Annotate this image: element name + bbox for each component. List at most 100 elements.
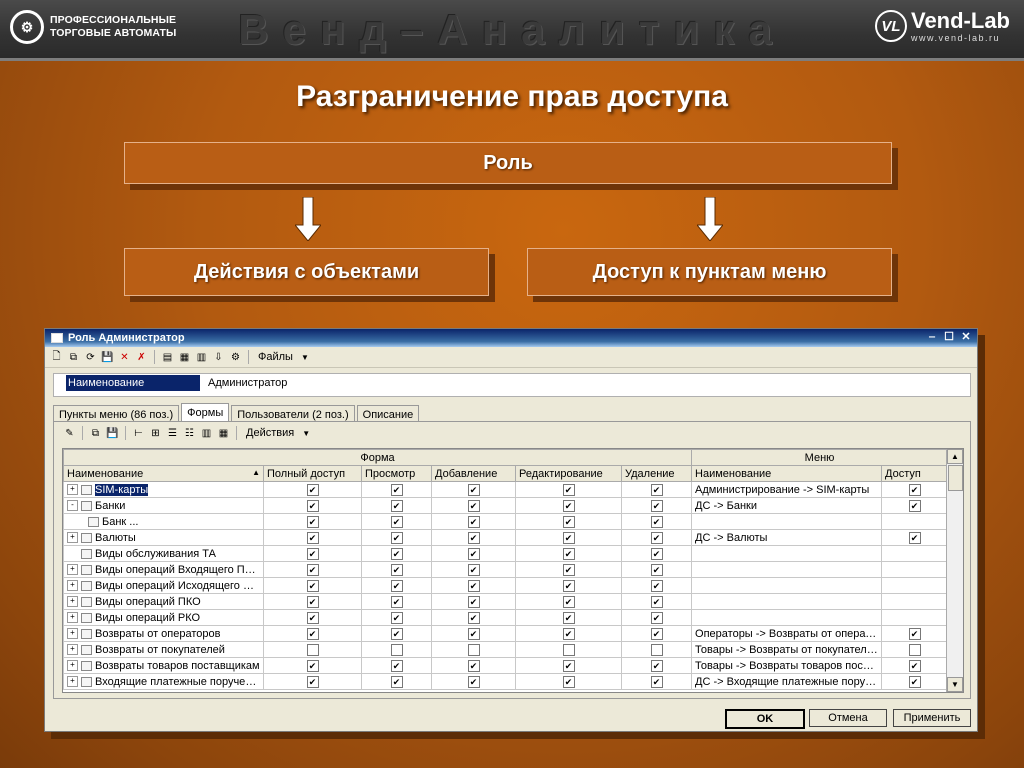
view-checkbox[interactable]: ✔ <box>390 627 403 640</box>
edit-checkbox[interactable]: ✔ <box>562 595 575 608</box>
view-checkbox[interactable]: ✔ <box>390 595 403 608</box>
edit-checkbox[interactable]: ✔ <box>562 675 575 688</box>
full-access-checkbox[interactable]: ✔ <box>306 547 319 560</box>
view-checkbox[interactable]: ✔ <box>390 659 403 672</box>
full-access-checkbox[interactable]: ✔ <box>306 499 319 512</box>
scroll-down-icon[interactable]: ▼ <box>947 677 963 692</box>
menu-name-cell[interactable]: Администрирование -> SIM-карты <box>691 481 883 498</box>
expand-icon[interactable]: + <box>67 676 78 688</box>
copy-icon[interactable]: ⧉ <box>66 350 81 365</box>
full-access-checkbox[interactable]: ✔ <box>306 531 319 544</box>
delete-checkbox[interactable]: ✔ <box>650 611 663 624</box>
full-access-checkbox[interactable]: ✔ <box>306 483 319 496</box>
edit-icon[interactable]: ✎ <box>62 426 77 441</box>
view-checkbox[interactable]: ✔ <box>390 515 403 528</box>
delete-checkbox[interactable]: ✔ <box>650 595 663 608</box>
col-edit[interactable]: Редактирование <box>515 465 622 482</box>
scroll-up-icon[interactable]: ▲ <box>947 449 963 464</box>
delete-checkbox[interactable]: ✔ <box>650 659 663 672</box>
save-icon[interactable]: 💾 <box>100 350 115 365</box>
edit-checkbox[interactable]: ✔ <box>562 547 575 560</box>
maximize-icon[interactable]: ☐ <box>942 331 956 344</box>
table-row[interactable]: + Виды операций РКО ✔ ✔ ✔ ✔ ✔ <box>63 609 949 626</box>
close-icon[interactable]: ✕ <box>959 331 973 344</box>
access-checkbox[interactable]: ✔ <box>908 499 921 512</box>
table-row[interactable]: + Виды операций ПКО ✔ ✔ ✔ ✔ ✔ <box>63 593 949 610</box>
table-row[interactable]: + Возвраты от покупателей Товары -> Возвра… <box>63 641 949 658</box>
view-checkbox[interactable]: ✔ <box>390 531 403 544</box>
form-name-cell[interactable]: Банк ... <box>63 513 264 530</box>
report-icon[interactable]: ▥ <box>194 350 209 365</box>
edit-checkbox[interactable]: ✔ <box>562 659 575 672</box>
add-checkbox[interactable]: ✔ <box>467 531 480 544</box>
access-checkbox[interactable] <box>908 643 921 656</box>
menu-name-cell[interactable] <box>691 545 883 562</box>
full-access-checkbox[interactable] <box>306 643 319 656</box>
collapse-icon[interactable]: - <box>67 500 78 512</box>
level-icon[interactable]: ☰ <box>165 426 180 441</box>
expand-icon[interactable]: + <box>67 532 78 544</box>
col-access[interactable]: Доступ <box>881 465 949 482</box>
full-access-checkbox[interactable]: ✔ <box>306 595 319 608</box>
delete-checkbox[interactable]: ✔ <box>650 547 663 560</box>
view-checkbox[interactable]: ✔ <box>390 579 403 592</box>
add-checkbox[interactable]: ✔ <box>467 579 480 592</box>
add-checkbox[interactable]: ✔ <box>467 611 480 624</box>
full-access-checkbox[interactable]: ✔ <box>306 659 319 672</box>
delete-checkbox[interactable]: ✔ <box>650 483 663 496</box>
menu-name-cell[interactable] <box>691 593 883 610</box>
access-checkbox[interactable]: ✔ <box>908 659 921 672</box>
delete-checkbox[interactable] <box>650 643 663 656</box>
delete-checkbox[interactable]: ✔ <box>650 531 663 544</box>
level-down-icon[interactable]: ☷ <box>182 426 197 441</box>
grid-icon[interactable]: ▦ <box>216 426 231 441</box>
table-icon[interactable]: ▦ <box>177 350 192 365</box>
view-checkbox[interactable]: ✔ <box>390 499 403 512</box>
form-name-cell[interactable]: - Банки <box>63 497 264 514</box>
scroll-thumb[interactable] <box>948 465 963 491</box>
add-checkbox[interactable]: ✔ <box>467 563 480 576</box>
copy-icon[interactable]: ⧉ <box>88 426 103 441</box>
expand-icon[interactable]: + <box>67 596 78 608</box>
table-row[interactable]: + Входящие платежные поручения ✔ ✔ ✔ ✔ ✔ ДС -> … <box>63 673 949 690</box>
export-icon[interactable]: ⇩ <box>211 350 226 365</box>
add-checkbox[interactable]: ✔ <box>467 547 480 560</box>
table-row[interactable]: + Возвраты товаров поставщикам ✔ ✔ ✔ ✔ ✔ Товары… <box>63 657 949 674</box>
sort-icon[interactable]: ▲ <box>252 468 260 477</box>
menu-name-cell[interactable]: ДС -> Входящие платежные поручения <box>691 673 883 690</box>
delete-checkbox[interactable]: ✔ <box>650 563 663 576</box>
edit-checkbox[interactable]: ✔ <box>562 531 575 544</box>
files-dropdown-icon[interactable]: ▼ <box>301 353 309 362</box>
expand-icon[interactable]: + <box>67 628 78 640</box>
apply-button[interactable]: Применить <box>893 709 971 727</box>
delete-checkbox[interactable]: ✔ <box>650 515 663 528</box>
expand-icon[interactable]: + <box>67 564 78 576</box>
vertical-scrollbar[interactable]: ▲ ▼ <box>946 449 963 692</box>
name-value[interactable]: Администратор <box>208 375 287 391</box>
expand-icon[interactable]: + <box>67 484 78 496</box>
access-checkbox[interactable]: ✔ <box>908 531 921 544</box>
refresh-icon[interactable]: ⟳ <box>83 350 98 365</box>
actions-dropdown-icon[interactable]: ▼ <box>302 429 310 438</box>
edit-checkbox[interactable]: ✔ <box>562 627 575 640</box>
edit-checkbox[interactable] <box>562 643 575 656</box>
window-titlebar[interactable]: Роль Администратор ‒ ☐ ✕ <box>45 329 977 347</box>
col-delete[interactable]: Удаление <box>620 465 693 482</box>
add-checkbox[interactable] <box>467 643 480 656</box>
form-name-cell[interactable]: + Виды операций РКО <box>63 609 264 626</box>
col-menu-name[interactable]: Наименование <box>691 465 883 482</box>
expand-icon[interactable]: + <box>67 660 78 672</box>
menu-name-cell[interactable]: ДС -> Валюты <box>691 529 883 546</box>
view-checkbox[interactable]: ✔ <box>390 611 403 624</box>
menu-name-cell[interactable]: Товары -> Возвраты товаров поставщикам <box>691 657 883 674</box>
form-name-cell[interactable]: + Виды операций Входящего Платёжного <box>63 561 264 578</box>
expand-icon[interactable]: ⊞ <box>148 426 163 441</box>
col-add[interactable]: Добавление <box>431 465 516 482</box>
menu-name-cell[interactable] <box>691 513 883 530</box>
full-access-checkbox[interactable]: ✔ <box>306 579 319 592</box>
form-name-cell[interactable]: + Входящие платежные поручения <box>63 673 264 690</box>
add-checkbox[interactable]: ✔ <box>467 483 480 496</box>
view-checkbox[interactable]: ✔ <box>390 483 403 496</box>
form-name-cell[interactable]: + Возвраты от покупателей <box>63 641 264 658</box>
col-form-name[interactable]: Наименование ▲ <box>63 465 264 482</box>
